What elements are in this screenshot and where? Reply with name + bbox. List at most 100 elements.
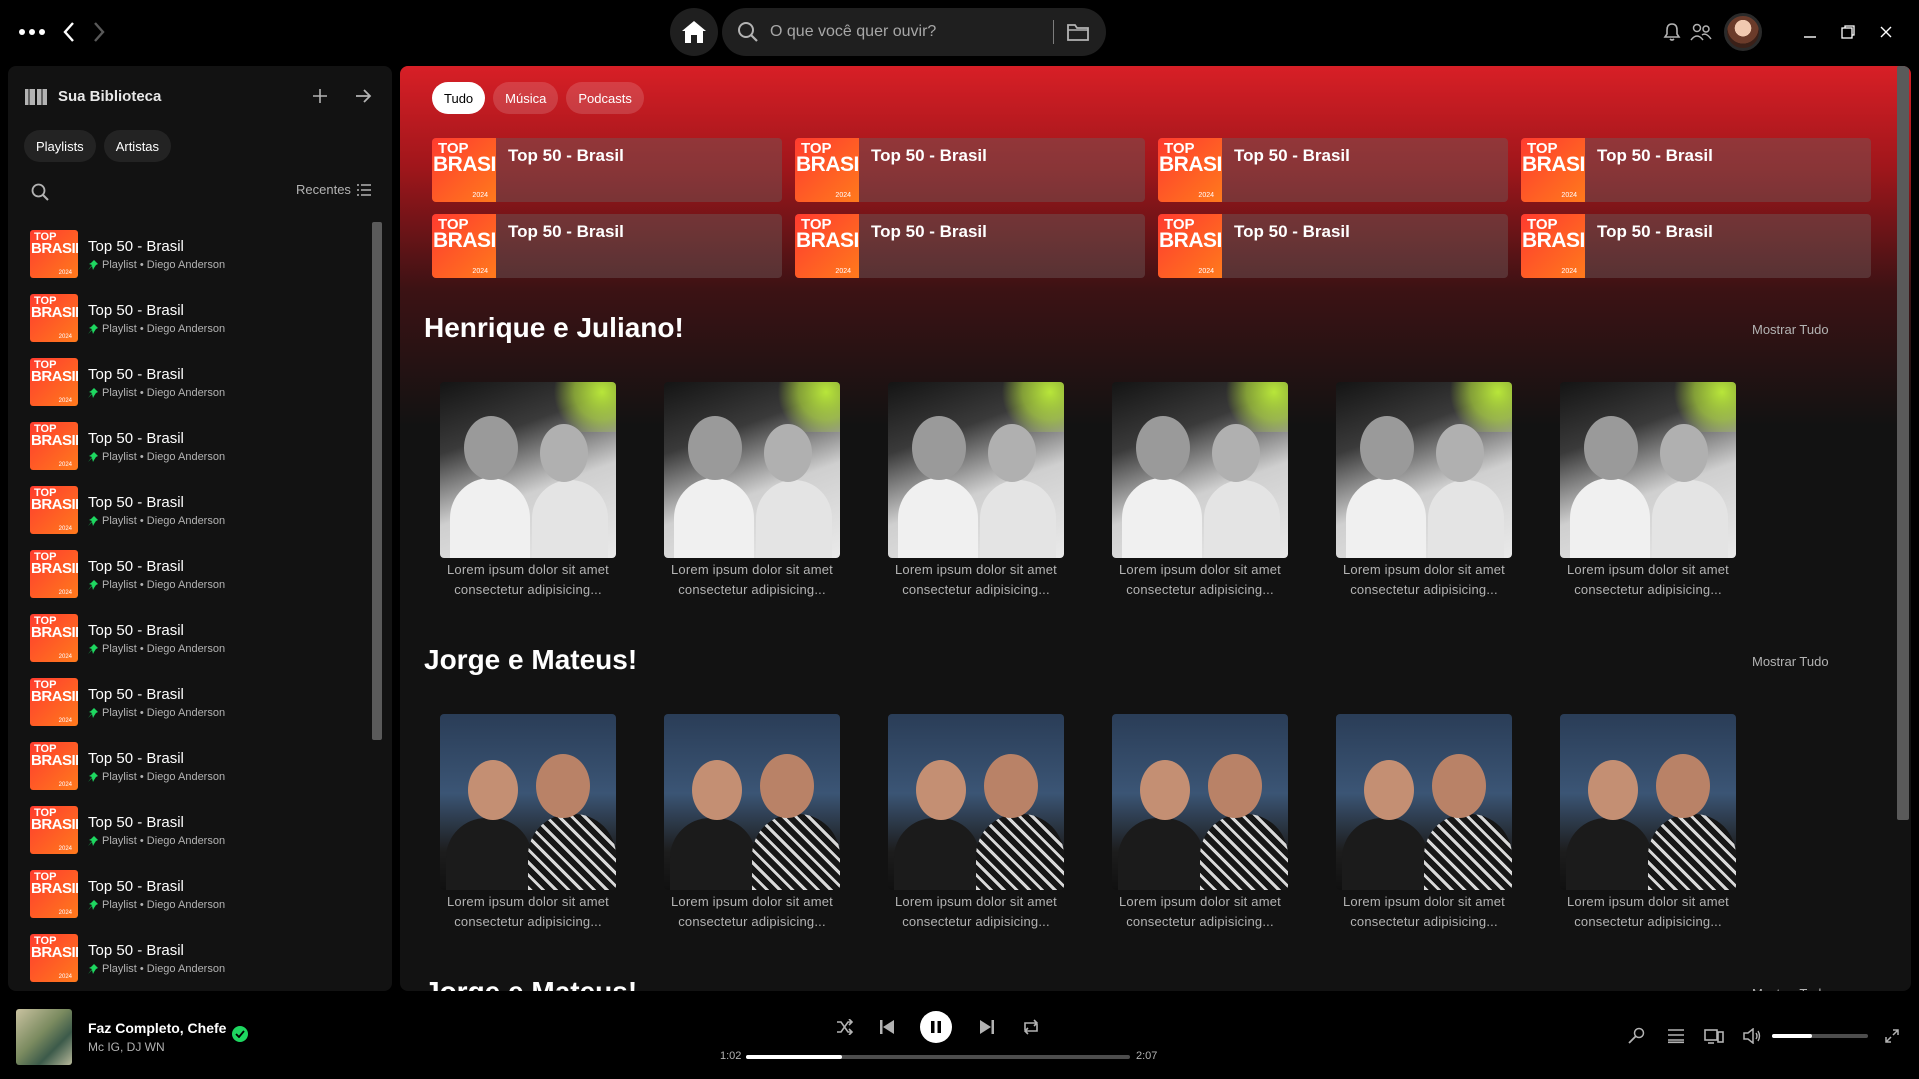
forward-icon[interactable] xyxy=(88,20,110,44)
quick-access-card[interactable]: TOPBRASIL2024Top 50 - Brasil xyxy=(1158,214,1508,278)
library-item[interactable]: TOPBRASIL2024Top 50 - BrasilPlaylist • D… xyxy=(16,798,368,862)
minimize-icon[interactable] xyxy=(1798,20,1822,44)
quick-access-card[interactable]: TOPBRASIL2024Top 50 - Brasil xyxy=(432,214,782,278)
filter-tudo[interactable]: Tudo xyxy=(432,82,486,114)
playlist-cover: TOPBRASIL2024 xyxy=(1158,214,1222,278)
search-bar[interactable]: O que você quer ouvir? xyxy=(722,8,1106,56)
quick-access-title: Top 50 - Brasil xyxy=(1597,146,1713,165)
caption-line1: Lorem ipsum dolor sit amet xyxy=(1567,894,1729,909)
chip-playlists[interactable]: Playlists xyxy=(24,130,96,162)
bell-icon[interactable] xyxy=(1660,20,1684,44)
sidebar-scrollbar[interactable] xyxy=(372,222,382,740)
home-icon[interactable] xyxy=(670,8,718,56)
now-playing-title[interactable]: Faz Completo, Chefe xyxy=(88,1020,226,1036)
shuffle-icon[interactable] xyxy=(832,1014,858,1040)
album-card-caption: Lorem ipsum dolor sit amet consectetur ad… xyxy=(1343,560,1505,600)
volume-slider[interactable] xyxy=(1772,1034,1868,1038)
quick-access-card[interactable]: TOPBRASIL2024Top 50 - Brasil xyxy=(1521,138,1871,202)
fullscreen-icon[interactable] xyxy=(1880,1024,1904,1048)
quick-access-card[interactable]: TOPBRASIL2024Top 50 - Brasil xyxy=(795,138,1145,202)
library-item[interactable]: TOPBRASIL2024Top 50 - BrasilPlaylist • D… xyxy=(16,734,368,798)
maximize-icon[interactable] xyxy=(1836,20,1860,44)
filter-musica[interactable]: Música xyxy=(493,82,559,114)
library-item[interactable]: TOPBRASIL2024Top 50 - BrasilPlaylist • D… xyxy=(16,222,368,286)
previous-icon[interactable] xyxy=(874,1014,900,1040)
plus-icon[interactable] xyxy=(308,84,332,108)
library-item[interactable]: TOPBRASIL2024Top 50 - BrasilPlaylist • D… xyxy=(16,542,368,606)
back-icon[interactable] xyxy=(58,20,80,44)
library-filter-chips: Playlists Artistas xyxy=(24,130,172,162)
search-icon[interactable] xyxy=(728,8,768,56)
browse-icon[interactable] xyxy=(1064,18,1092,46)
library-header[interactable]: Sua Biblioteca xyxy=(24,86,161,106)
album-card[interactable]: Lorem ipsum dolor sit amet consectetur ad… xyxy=(440,714,616,932)
library-item[interactable]: TOPBRASIL2024Top 50 - BrasilPlaylist • D… xyxy=(16,862,368,926)
search-input[interactable]: O que você quer ouvir? xyxy=(768,23,1053,41)
album-card[interactable]: Lorem ipsum dolor sit amet consectetur ad… xyxy=(1112,382,1288,600)
album-card[interactable]: Lorem ipsum dolor sit amet consectetur ad… xyxy=(888,714,1064,932)
arrow-right-icon[interactable] xyxy=(352,84,376,108)
library-item[interactable]: TOPBRASIL2024Top 50 - BrasilPlaylist • D… xyxy=(16,606,368,670)
library-search-icon[interactable] xyxy=(28,180,52,204)
friends-icon[interactable] xyxy=(1688,20,1714,44)
album-card[interactable]: Lorem ipsum dolor sit amet consectetur ad… xyxy=(664,714,840,932)
cover-line2: BRASIL xyxy=(796,229,859,252)
album-card[interactable]: Lorem ipsum dolor sit amet consectetur ad… xyxy=(664,382,840,600)
album-card[interactable]: Lorem ipsum dolor sit amet consectetur ad… xyxy=(1560,714,1736,932)
lyrics-icon[interactable] xyxy=(1624,1024,1648,1048)
queue-icon[interactable] xyxy=(1664,1024,1688,1048)
cover-year: 2024 xyxy=(472,268,488,275)
cover-year: 2024 xyxy=(472,192,488,199)
next-icon[interactable] xyxy=(974,1014,1000,1040)
cover-line2: BRASIL xyxy=(31,816,78,833)
pause-icon[interactable] xyxy=(920,1011,952,1043)
section-title-jorge-mateus: Jorge e Mateus! xyxy=(424,644,638,675)
library-item[interactable]: TOPBRASIL2024Top 50 - BrasilPlaylist • D… xyxy=(16,926,368,990)
playlist-cover: TOPBRASIL2024 xyxy=(30,614,78,662)
album-card[interactable]: Lorem ipsum dolor sit amet consectetur ad… xyxy=(1112,714,1288,932)
library-item[interactable]: TOPBRASIL2024Top 50 - BrasilPlaylist • D… xyxy=(16,478,368,542)
main-scrollbar[interactable] xyxy=(1897,66,1909,820)
check-icon[interactable] xyxy=(232,1026,248,1042)
caption-line1: Lorem ipsum dolor sit amet xyxy=(671,562,833,577)
album-card[interactable]: Lorem ipsum dolor sit amet consectetur ad… xyxy=(1336,714,1512,932)
close-icon[interactable] xyxy=(1874,20,1898,44)
now-playing-artists[interactable]: Mc IG, DJ WN xyxy=(88,1040,165,1054)
library-item[interactable]: TOPBRASIL2024Top 50 - BrasilPlaylist • D… xyxy=(16,350,368,414)
sort-button[interactable]: Recentes xyxy=(296,182,371,197)
album-card[interactable]: Lorem ipsum dolor sit amet consectetur ad… xyxy=(888,382,1064,600)
chip-artists[interactable]: Artistas xyxy=(103,130,172,162)
repeat-icon[interactable] xyxy=(1018,1014,1044,1040)
device-icon[interactable] xyxy=(1702,1024,1726,1048)
volume-icon[interactable] xyxy=(1740,1024,1764,1048)
caption-line2: consectetur adipisicing... xyxy=(1126,582,1274,597)
playlist-cover: TOPBRASIL2024 xyxy=(432,138,496,202)
caption-line1: Lorem ipsum dolor sit amet xyxy=(1343,894,1505,909)
library-item-title: Top 50 - Brasil xyxy=(88,941,184,959)
library-item[interactable]: TOPBRASIL2024Top 50 - BrasilPlaylist • D… xyxy=(16,286,368,350)
library-item[interactable]: TOPBRASIL2024Top 50 - BrasilPlaylist • D… xyxy=(16,414,368,478)
quick-access-card[interactable]: TOPBRASIL2024Top 50 - Brasil xyxy=(1158,138,1508,202)
show-all-henrique-juliano[interactable]: Mostrar Tudo xyxy=(1752,322,1829,337)
cover-line2: BRASIL xyxy=(31,240,78,257)
avatar[interactable] xyxy=(1724,13,1762,51)
filter-podcasts[interactable]: Podcasts xyxy=(566,82,644,114)
progress-bar[interactable] xyxy=(746,1055,1130,1059)
quick-access-card[interactable]: TOPBRASIL2024Top 50 - Brasil xyxy=(1521,214,1871,278)
show-all-jorge-mateus-2[interactable]: Mostrar Tudo xyxy=(1752,986,1829,991)
library-item-subtitle-text: Playlist • Diego Anderson xyxy=(102,770,226,783)
quick-access-card[interactable]: TOPBRASIL2024Top 50 - Brasil xyxy=(795,214,1145,278)
quick-access-card[interactable]: TOPBRASIL2024Top 50 - Brasil xyxy=(432,138,782,202)
album-card[interactable]: Lorem ipsum dolor sit amet consectetur ad… xyxy=(1560,382,1736,600)
library-item-subtitle-text: Playlist • Diego Anderson xyxy=(102,322,226,335)
menu-dots-icon[interactable] xyxy=(18,22,46,42)
album-card[interactable]: Lorem ipsum dolor sit amet consectetur ad… xyxy=(440,382,616,600)
caption-line2: consectetur adipisicing... xyxy=(454,582,602,597)
library-item[interactable]: TOPBRASIL2024Top 50 - BrasilPlaylist • D… xyxy=(16,670,368,734)
show-all-jorge-mateus[interactable]: Mostrar Tudo xyxy=(1752,654,1829,669)
album-card[interactable]: Lorem ipsum dolor sit amet consectetur ad… xyxy=(1336,382,1512,600)
library-item-subtitle-text: Playlist • Diego Anderson xyxy=(102,578,226,591)
now-playing-cover[interactable] xyxy=(16,1009,72,1065)
library-item-title: Top 50 - Brasil xyxy=(88,429,184,447)
pin-icon xyxy=(88,323,98,334)
